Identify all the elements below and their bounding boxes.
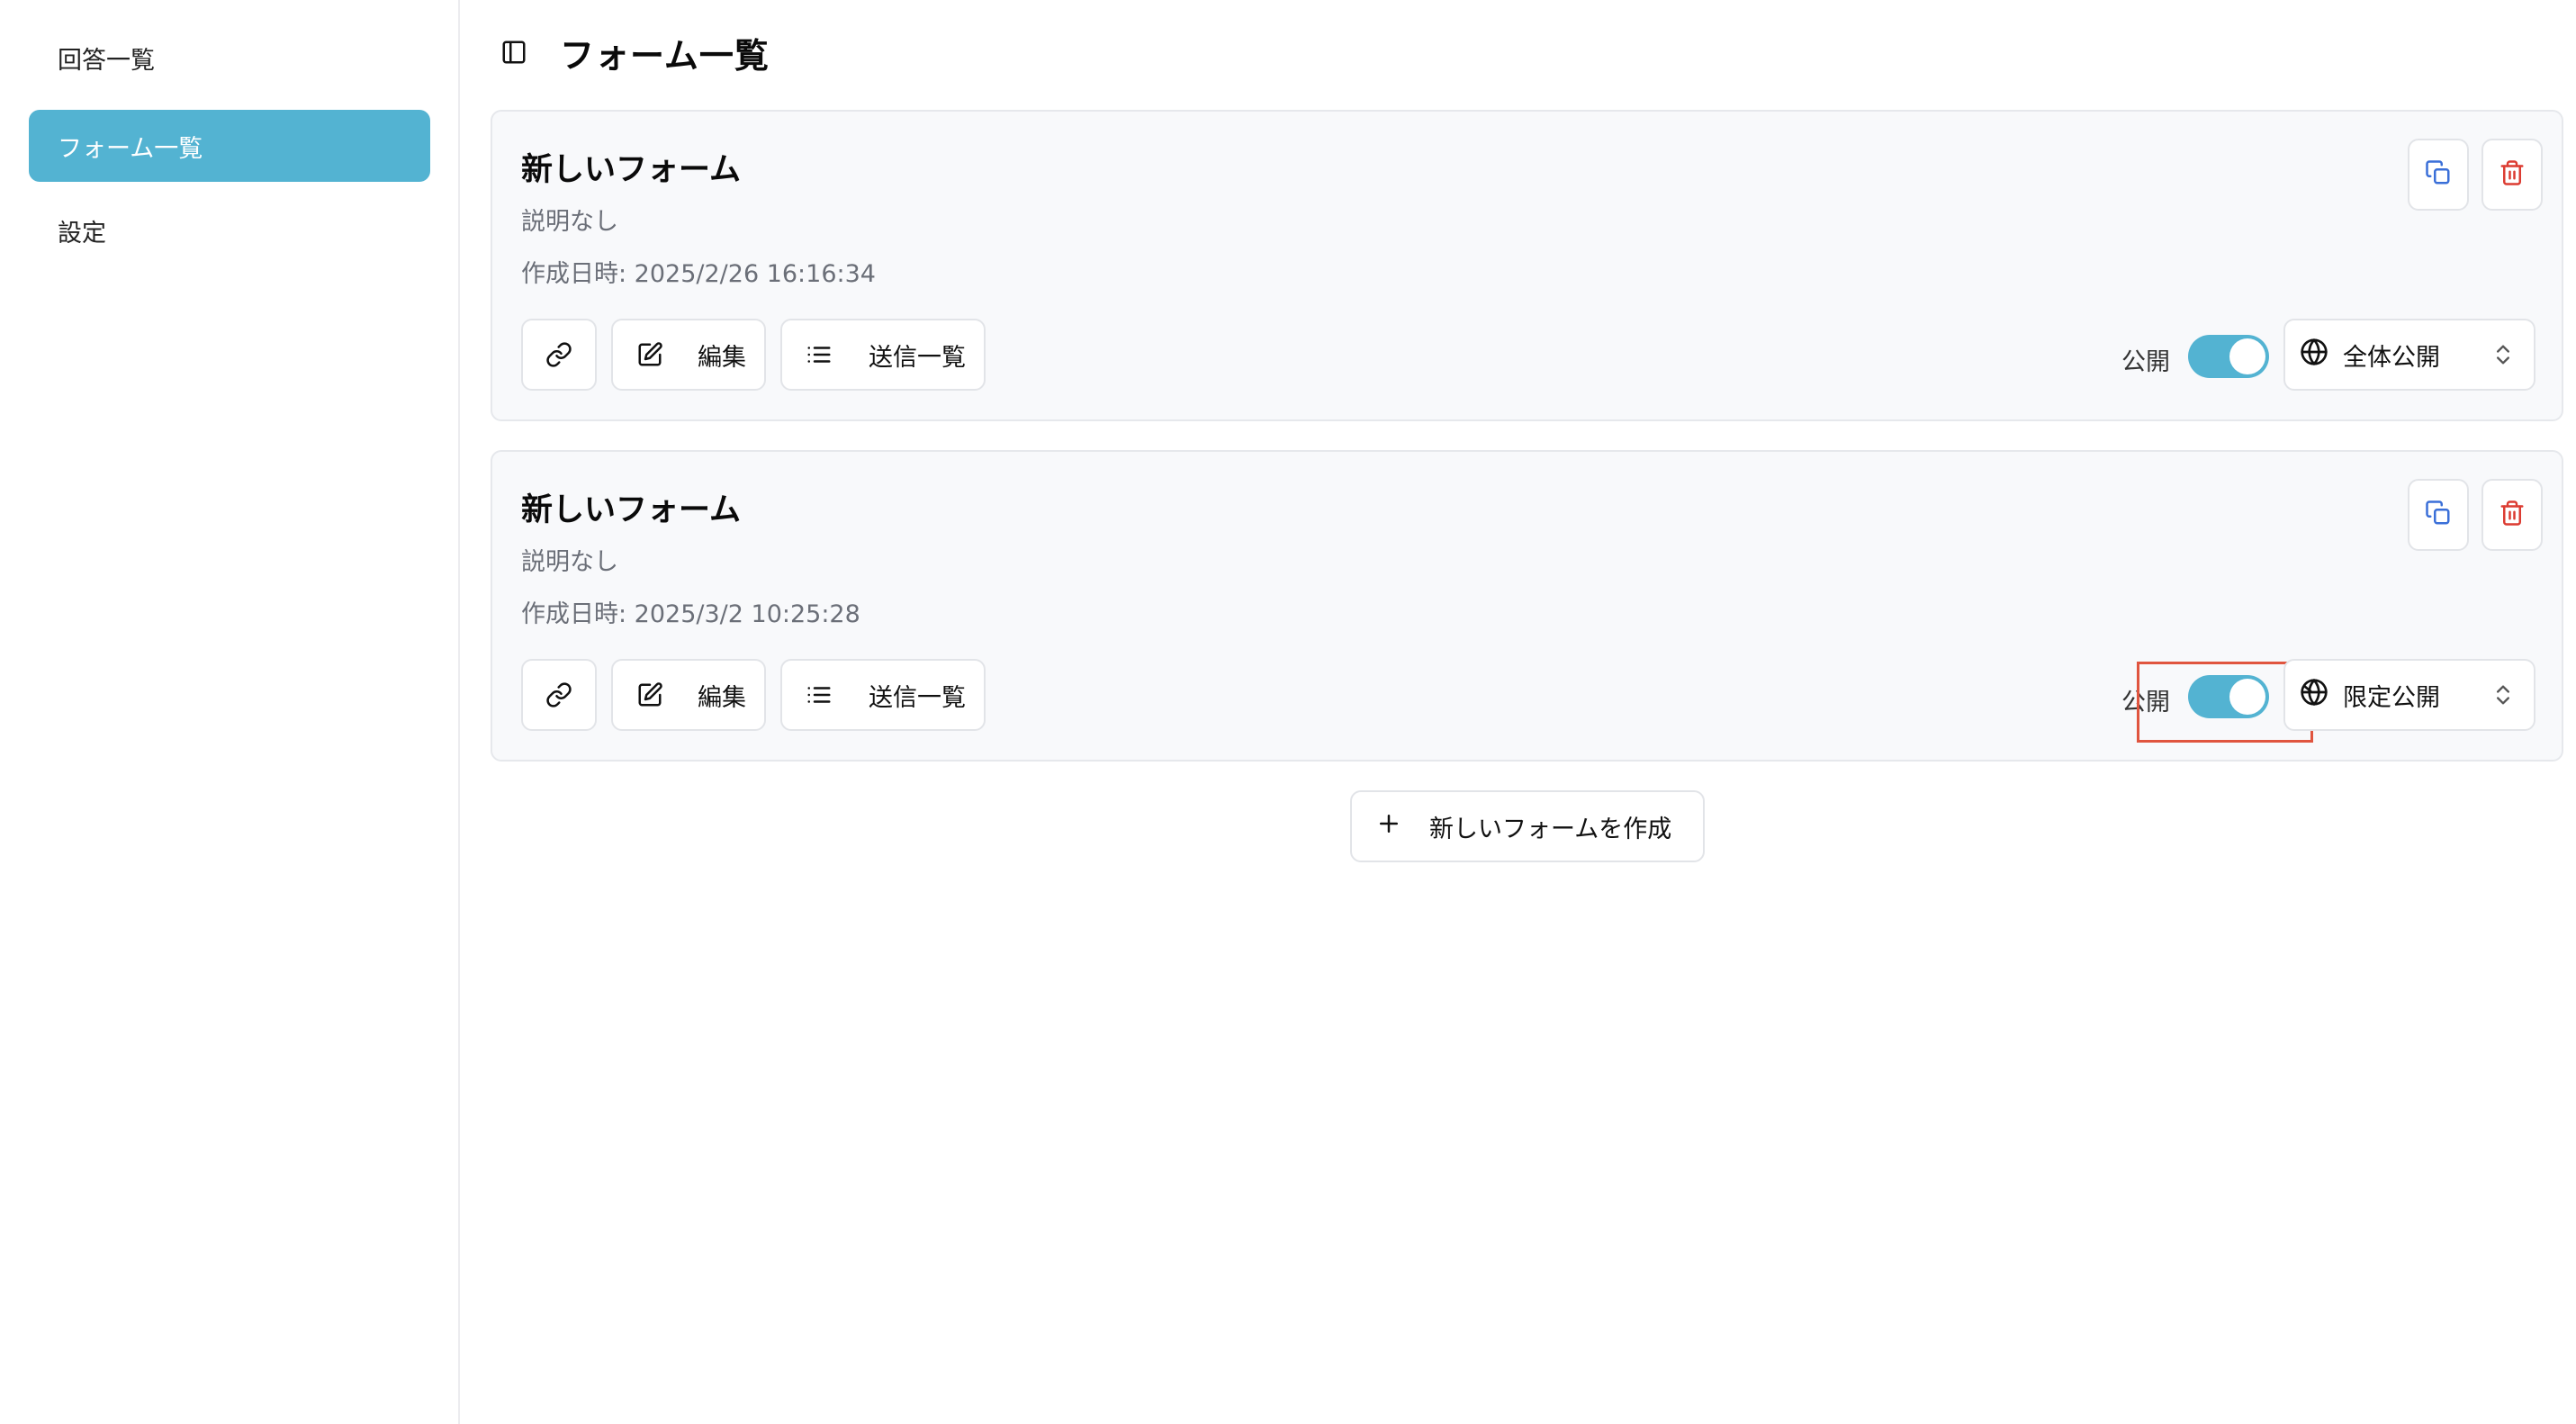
sidebar-item-responses[interactable]: 回答一覧 [29, 22, 430, 94]
form-description: 説明なし [521, 548, 618, 576]
form-created-date: 作成日時: 2025/3/2 10:25:28 [521, 600, 860, 628]
visibility-value: 全体公開 [2343, 343, 2440, 372]
chevrons-up-down-icon [2490, 682, 2516, 714]
delete-button[interactable] [2481, 139, 2543, 211]
delete-button[interactable] [2481, 479, 2543, 551]
copy-link-button[interactable] [521, 659, 597, 731]
edit-button[interactable]: 編集 [611, 319, 766, 391]
create-form-button[interactable]: 新しいフォームを作成 [1350, 790, 1705, 862]
toggle-knob [2229, 338, 2265, 374]
plus-icon [1375, 810, 1402, 843]
visibility-value: 限定公開 [2343, 683, 2440, 712]
submissions-label: 送信一覧 [869, 683, 966, 712]
submissions-button[interactable]: 送信一覧 [780, 319, 986, 391]
visibility-select[interactable]: 限定公開 [2283, 659, 2535, 731]
visibility-select[interactable]: 全体公開 [2283, 319, 2535, 391]
edit-icon [636, 341, 663, 368]
create-form-label: 新しいフォームを作成 [1429, 815, 1672, 843]
sidebar-item-label: フォーム一覧 [58, 134, 203, 163]
chevrons-up-down-icon [2490, 342, 2516, 374]
trash-icon [2499, 159, 2526, 190]
main-content: フォーム一覧 新しいフォーム 説明なし 作成日時: 2025/2/26 16:1… [462, 0, 2576, 1424]
globe-icon [2300, 338, 2328, 373]
submissions-label: 送信一覧 [869, 343, 966, 372]
page-header: フォーム一覧 [500, 29, 770, 76]
copy-button[interactable] [2408, 479, 2469, 551]
form-description: 説明なし [521, 208, 618, 236]
form-card: 新しいフォーム 説明なし 作成日時: 2025/2/26 16:16:34 編集 [491, 110, 2563, 421]
edit-icon [636, 681, 663, 708]
globe-lock-icon [2300, 678, 2328, 713]
sidebar-item-forms[interactable]: フォーム一覧 [29, 110, 430, 182]
submissions-button[interactable]: 送信一覧 [780, 659, 986, 731]
copy-icon [2425, 159, 2452, 190]
sidebar-item-label: 回答一覧 [58, 46, 155, 75]
sidebar-item-settings[interactable]: 設定 [29, 194, 430, 266]
sidebar: 回答一覧 フォーム一覧 設定 [0, 0, 460, 1424]
list-icon [806, 341, 833, 368]
form-title: 新しいフォーム [521, 152, 741, 188]
copy-link-button[interactable] [521, 319, 597, 391]
form-title: 新しいフォーム [521, 492, 741, 528]
copy-button[interactable] [2408, 139, 2469, 211]
link-icon [545, 681, 572, 708]
trash-icon [2499, 500, 2526, 530]
edit-label: 編集 [698, 343, 746, 372]
list-icon [806, 681, 833, 708]
edit-button[interactable]: 編集 [611, 659, 766, 731]
sidebar-item-label: 設定 [58, 219, 106, 248]
edit-label: 編集 [698, 683, 746, 712]
public-toggle[interactable] [2188, 335, 2269, 378]
sidebar-toggle-icon[interactable] [500, 39, 527, 66]
page-title: フォーム一覧 [560, 35, 770, 76]
form-created-date: 作成日時: 2025/2/26 16:16:34 [521, 260, 876, 288]
copy-icon [2425, 500, 2452, 530]
link-icon [545, 341, 572, 368]
form-card: 新しいフォーム 説明なし 作成日時: 2025/3/2 10:25:28 編集 [491, 450, 2563, 762]
public-label: 公開 [2121, 348, 2170, 376]
